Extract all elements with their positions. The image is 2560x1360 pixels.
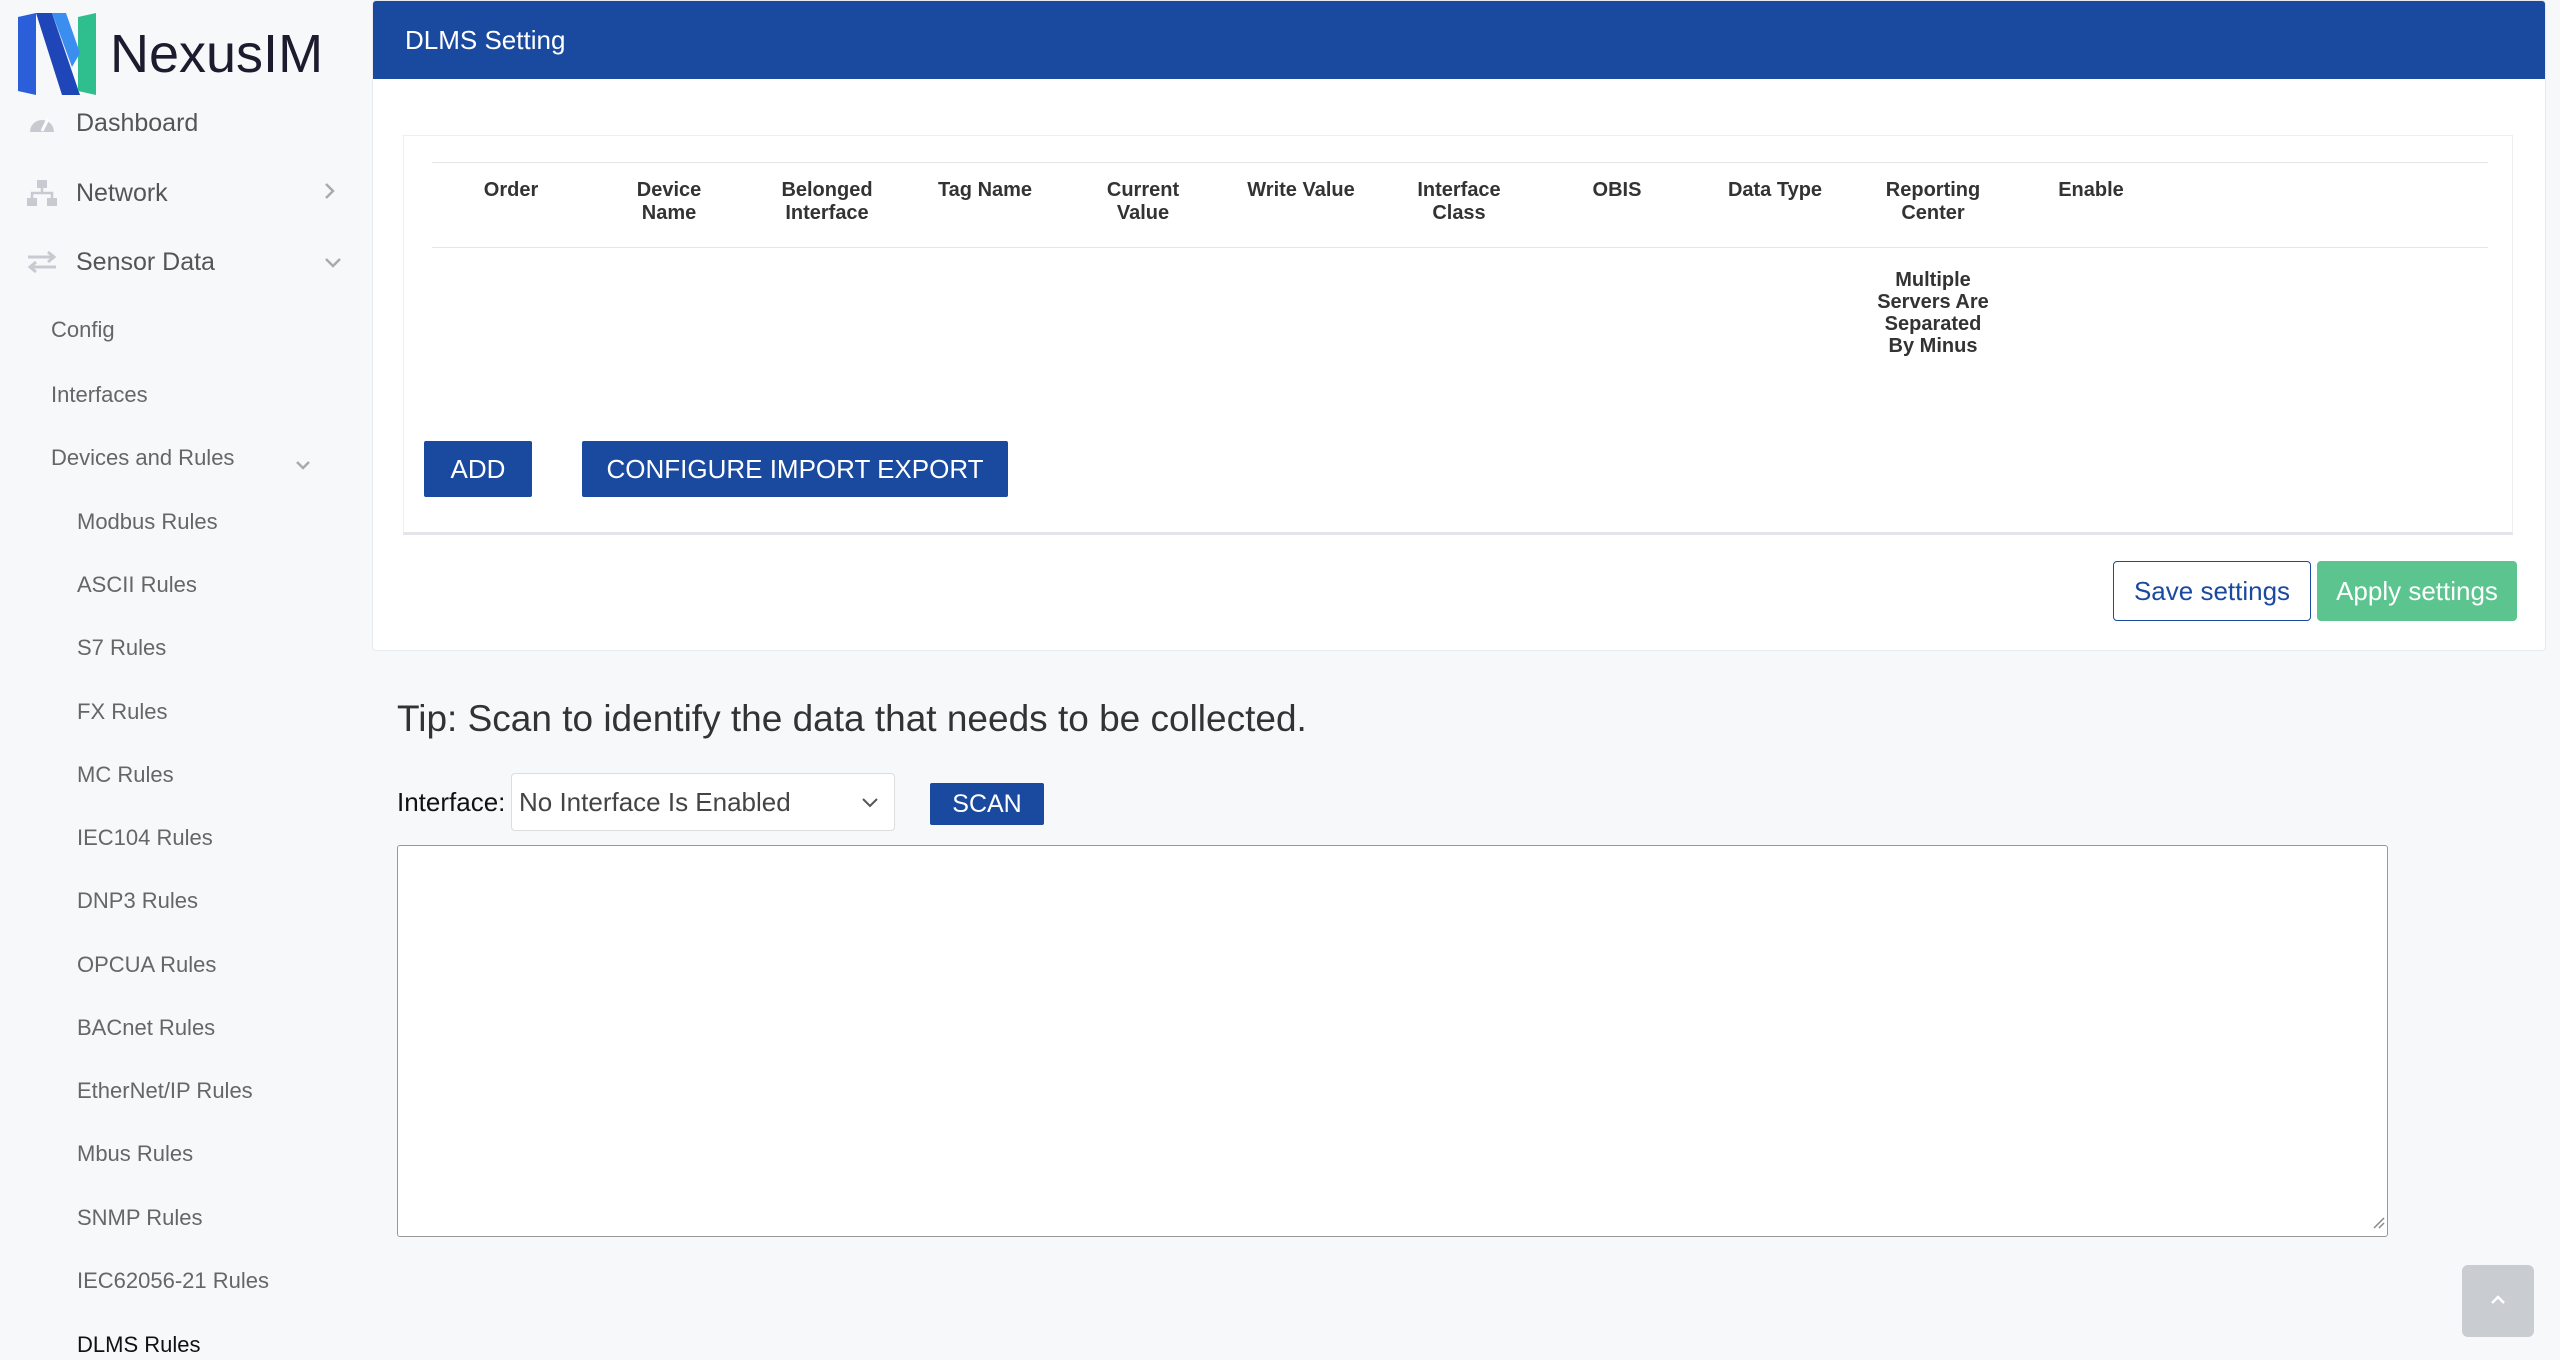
nav-mc-rules-label: MC Rules: [77, 762, 174, 787]
chevron-down-icon: [860, 790, 880, 823]
brand-name: NexusIM: [110, 24, 324, 84]
interface-select-value: No Interface Is Enabled: [519, 786, 791, 817]
nav-bacnet-rules[interactable]: BACnet Rules: [77, 1015, 215, 1041]
scan-button[interactable]: SCAN: [930, 783, 1044, 825]
col-enable: Enable: [2058, 179, 2124, 201]
nav-fx-rules[interactable]: FX Rules: [77, 699, 167, 725]
col-order: Order: [483, 179, 539, 201]
nav-s7-rules-label: S7 Rules: [77, 635, 167, 660]
nav-modbus-rules-label: Modbus Rules: [77, 509, 218, 534]
col-current-value: Current Value: [1106, 179, 1180, 224]
scan-output-textarea[interactable]: [397, 845, 2388, 1237]
rules-table-card: Order Device Name Belonged Interface Tag N…: [403, 135, 2513, 535]
nav-ethernetip-rules-label: EtherNet/IP Rules: [77, 1078, 253, 1103]
nav-interfaces[interactable]: Interfaces: [51, 382, 148, 408]
reporting-center-note: Multiple Servers Are Separated By Minus: [1877, 269, 1989, 357]
nav-dashboard-label: Dashboard: [76, 108, 199, 137]
nav-ascii-rules-label: ASCII Rules: [77, 572, 197, 597]
nav-s7-rules[interactable]: S7 Rules: [77, 635, 166, 661]
nav-modbus-rules[interactable]: Modbus Rules: [77, 509, 218, 535]
logo-icon: [18, 13, 96, 95]
transfer-icon: [24, 247, 60, 277]
col-tag-name: Tag Name: [937, 179, 1033, 201]
nav-dnp3-rules[interactable]: DNP3 Rules: [77, 888, 198, 914]
nav-iec62056-rules-label: IEC62056-21 Rules: [77, 1268, 270, 1293]
nav-network-label: Network: [76, 178, 168, 207]
configure-import-export-button[interactable]: CONFIGURE IMPORT EXPORT: [582, 441, 1008, 497]
sidebar: NexusIM Dashboard Network Sensor Data Co…: [0, 0, 360, 1360]
col-reporting-center: Reporting Center: [1885, 179, 1981, 224]
nav-dashboard[interactable]: Dashboard: [24, 108, 198, 138]
add-button[interactable]: ADD: [424, 441, 532, 497]
nav-mbus-rules-label: Mbus Rules: [77, 1141, 194, 1166]
scroll-to-top-button[interactable]: [2462, 1265, 2534, 1337]
nav-network[interactable]: Network: [24, 178, 335, 208]
interface-label: Interface:: [397, 787, 506, 817]
resize-handle-icon[interactable]: [2369, 1213, 2385, 1234]
chevron-down-icon: [324, 249, 342, 275]
nav-dlms-rules[interactable]: DLMS Rules: [77, 1332, 200, 1358]
nav-iec104-rules[interactable]: IEC104 Rules: [77, 825, 213, 851]
dlms-setting-panel: DLMS Setting Order Device Name Belonged In…: [372, 0, 2546, 651]
scan-tip: Tip: Scan to identify the data that need…: [397, 698, 1307, 739]
panel-header: DLMS Setting: [373, 1, 2545, 79]
nav-iec62056-rules[interactable]: IEC62056-21 Rules: [77, 1268, 269, 1294]
col-belonged-interface: Belonged Interface: [781, 179, 873, 224]
nav-bacnet-rules-label: BACnet Rules: [77, 1015, 216, 1040]
col-device-name: Device Name: [636, 179, 702, 224]
nav-mc-rules[interactable]: MC Rules: [77, 762, 174, 788]
nav-snmp-rules[interactable]: SNMP Rules: [77, 1205, 203, 1231]
nav-ascii-rules[interactable]: ASCII Rules: [77, 572, 197, 598]
table-header: Order Device Name Belonged Interface Tag N…: [432, 162, 2488, 248]
brand-logo[interactable]: NexusIM: [18, 12, 323, 96]
interface-select[interactable]: No Interface Is Enabled: [511, 773, 895, 831]
nav-dnp3-rules-label: DNP3 Rules: [77, 888, 199, 913]
save-settings-button[interactable]: Save settings: [2113, 561, 2311, 621]
nav-devices-and-rules[interactable]: Devices and Rules: [51, 445, 321, 471]
col-obis: OBIS: [1592, 179, 1642, 201]
nav-interfaces-label: Interfaces: [51, 382, 148, 407]
nav-dlms-rules-label: DLMS Rules: [77, 1332, 201, 1357]
apply-settings-button[interactable]: Apply settings: [2317, 561, 2517, 621]
nav-config[interactable]: Config: [51, 317, 115, 343]
col-data-type: Data Type: [1727, 179, 1823, 201]
nav-fx-rules-label: FX Rules: [77, 699, 168, 724]
nav-devices-and-rules-label: Devices and Rules: [51, 445, 235, 470]
nav-opcua-rules-label: OPCUA Rules: [77, 952, 217, 977]
nav-iec104-rules-label: IEC104 Rules: [77, 825, 213, 850]
network-icon: [24, 178, 60, 208]
chevron-down-icon: [295, 451, 311, 477]
nav-sensor-data[interactable]: Sensor Data: [24, 247, 341, 277]
dashboard-icon: [24, 108, 60, 138]
nav-mbus-rules[interactable]: Mbus Rules: [77, 1141, 193, 1167]
nav-snmp-rules-label: SNMP Rules: [77, 1205, 203, 1230]
chevron-right-icon: [324, 180, 336, 206]
col-interface-class: Interface Class: [1417, 179, 1501, 224]
nav-sensor-data-label: Sensor Data: [76, 247, 215, 276]
nav-config-label: Config: [51, 317, 115, 342]
panel-title: DLMS Setting: [405, 24, 566, 55]
nav-opcua-rules[interactable]: OPCUA Rules: [77, 952, 216, 978]
nav-ethernetip-rules[interactable]: EtherNet/IP Rules: [77, 1078, 253, 1104]
chevron-up-icon: [2489, 1292, 2507, 1310]
col-write-value: Write Value: [1247, 179, 1355, 201]
